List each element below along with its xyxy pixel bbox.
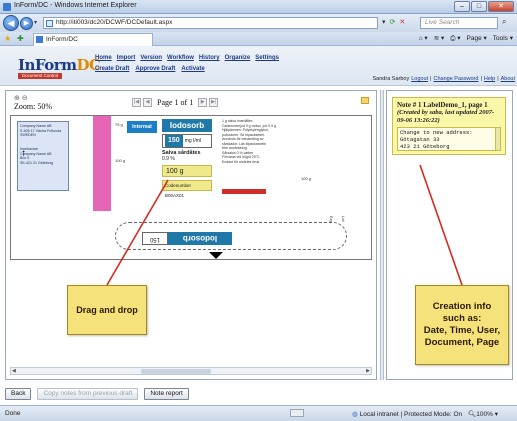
- status-text: Done: [5, 410, 21, 417]
- back-button[interactable]: Back: [5, 388, 32, 400]
- creation-info-callout: Creation info such as: Date, Time, User,…: [415, 285, 509, 365]
- status-panel: [290, 409, 304, 417]
- bottom-buttons: Back Copy notes from previous draft Note…: [5, 388, 189, 400]
- copy-notes-button[interactable]: Copy notes from previous draft: [37, 388, 139, 400]
- zoom-control[interactable]: 🔍︎100% ▾: [468, 410, 498, 418]
- note-report-button[interactable]: Note report: [144, 388, 189, 400]
- status-bar: Done ◍ Local intranet | Protected Mode: O…: [0, 405, 517, 421]
- drag-drop-callout: Drag and drop: [67, 285, 147, 335]
- drag-pointer-line: [106, 179, 169, 286]
- info-pointer-line: [419, 164, 463, 286]
- security-zone[interactable]: ◍ Local intranet | Protected Mode: On: [352, 410, 462, 418]
- globe-icon: ◍: [352, 411, 358, 418]
